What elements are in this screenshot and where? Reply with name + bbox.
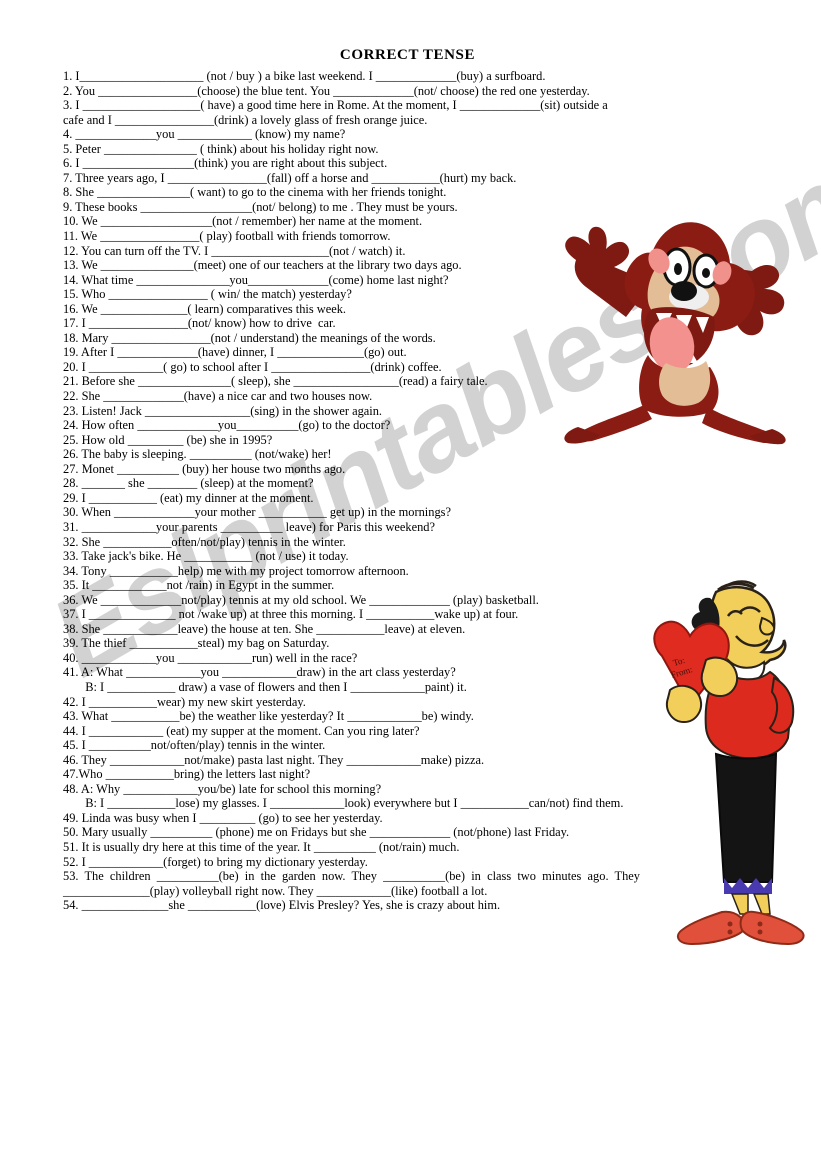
- exercise-line: 31. ____________your parents __________ …: [63, 519, 435, 534]
- exercise-line: 23. Listen! Jack _________________(sing)…: [63, 403, 383, 418]
- exercise-line: 1. I____________________ (not / buy ) a …: [63, 69, 546, 83]
- exercise-line: 14. What time _______________you________…: [63, 272, 449, 287]
- exercise-line: 36. We _____________not/play) tennis at …: [63, 592, 539, 607]
- exercise-line: 46. They ____________not/make) pasta las…: [63, 752, 485, 767]
- exercise-line: 37. I ______________ not /wake up) at th…: [63, 607, 519, 622]
- exercise-line: 38. She ____________leave) the house at …: [63, 621, 466, 636]
- exercise-line: 25. How old _________ (be) she in 1995?: [63, 432, 273, 447]
- exercise-line: 35. It ____________not /rain) in Egypt i…: [63, 578, 335, 593]
- exercise-line: 39. The thief ___________steal) my bag o…: [63, 636, 330, 651]
- worksheet-content: CORRECT TENSE 1. I____________________ (…: [0, 0, 821, 912]
- exercise-line: 18. Mary ________________(not / understa…: [63, 330, 436, 345]
- exercise-line: 47.Who ___________bring) the letters las…: [63, 767, 311, 782]
- exercise-line: cafe and I ________________(drink) a lov…: [63, 112, 428, 127]
- exercise-line: 41. A: What ____________you ____________…: [63, 665, 456, 680]
- exercise-line: 48. A: Why ____________you/be) late for …: [63, 781, 382, 796]
- exercise-line: 20. I ____________( go) to school after …: [63, 359, 442, 374]
- exercise-line: 40. ____________you ____________run) wel…: [63, 650, 358, 665]
- exercise-line: 10. We __________________(not / remember…: [63, 214, 423, 229]
- exercise-line: 52. I ____________(forget) to bring my d…: [63, 854, 368, 869]
- exercise-line: 2. You ________________(choose) the blue…: [63, 83, 590, 98]
- exercise-line: 28. _______ she ________ (sleep) at the …: [63, 476, 314, 491]
- exercise-line: 45. I __________not/often/play) tennis i…: [63, 738, 326, 753]
- exercise-line: 51. It is usually dry here at this time …: [63, 839, 460, 854]
- exercise-line: 12. You can turn off the TV. I _________…: [63, 243, 406, 258]
- page-title: CORRECT TENSE: [339, 47, 476, 63]
- exercise-line: 3. I ___________________( have) a good t…: [63, 98, 608, 113]
- exercise-list: 1. I____________________ (not / buy ) a …: [63, 69, 777, 913]
- exercise-line: 22. She _____________(have) a nice car a…: [63, 389, 373, 404]
- exercise-line: 24. How often _____________you__________…: [63, 418, 391, 433]
- exercise-line: ______________(play) volleyball right no…: [63, 883, 488, 898]
- exercise-line: 54. ______________she ___________(love) …: [63, 898, 501, 913]
- exercise-line: B: I ___________lose) my glasses. I ____…: [79, 796, 624, 811]
- exercise-line: 5. Peter _______________ ( think) about …: [63, 141, 379, 156]
- exercise-line: 33. Take jack's bike. He ___________ (no…: [63, 549, 349, 564]
- exercise-line: 53. The children __________(be) in the g…: [63, 869, 640, 884]
- exercise-line: 26. The baby is sleeping. __________ (no…: [63, 447, 332, 462]
- exercise-line: 7. Three years ago, I ________________(f…: [63, 170, 517, 185]
- exercise-line: 16. We ______________( learn) comparativ…: [63, 301, 346, 316]
- exercise-line: 27. Monet __________ (buy) her house two…: [63, 461, 346, 476]
- exercise-line: 42. I ___________wear) my new skirt yest…: [63, 694, 306, 709]
- exercise-line: 43. What ___________be) the weather like…: [63, 709, 474, 724]
- exercise-line: 49. Linda was busy when I _________ (go)…: [63, 810, 383, 825]
- exercise-line: B: I ___________ draw) a vase of flowers…: [79, 679, 467, 694]
- exercise-line: 8. She _______________( want) to go to t…: [63, 185, 447, 200]
- exercise-line: 13. We _______________(meet) one of our …: [63, 258, 462, 273]
- exercise-line: 19. After I _____________(have) dinner, …: [63, 345, 407, 360]
- exercise-line: 21. Before she _______________( sleep), …: [63, 374, 488, 389]
- exercise-line: 29. I ___________ (eat) my dinner at the…: [63, 490, 314, 505]
- exercise-line: 44. I ____________ (eat) my supper at th…: [63, 723, 420, 738]
- exercise-line: 11. We ________________( play) football …: [63, 229, 391, 244]
- exercise-line: 32. She ___________often/not/play) tenni…: [63, 534, 346, 549]
- exercise-line: 50. Mary usually __________ (phone) me o…: [63, 825, 570, 840]
- exercise-line: 30. When _____________your mother ______…: [63, 505, 451, 520]
- exercise-line: 6. I __________________(think) you are r…: [63, 156, 388, 171]
- worksheet-page: Eslprintables.com To: From: CORRECT TENS…: [0, 0, 821, 1169]
- exercise-line: 15. Who ________________ ( win/ the matc…: [63, 287, 352, 302]
- exercise-line: 17. I ________________(not/ know) how to…: [63, 316, 336, 331]
- exercise-line: 34. Tony ___________help) me with my pro…: [63, 563, 409, 578]
- exercise-line: 4. _____________you ____________ (know) …: [63, 127, 346, 142]
- exercise-line: 9. These books __________________(not/ b…: [63, 199, 458, 214]
